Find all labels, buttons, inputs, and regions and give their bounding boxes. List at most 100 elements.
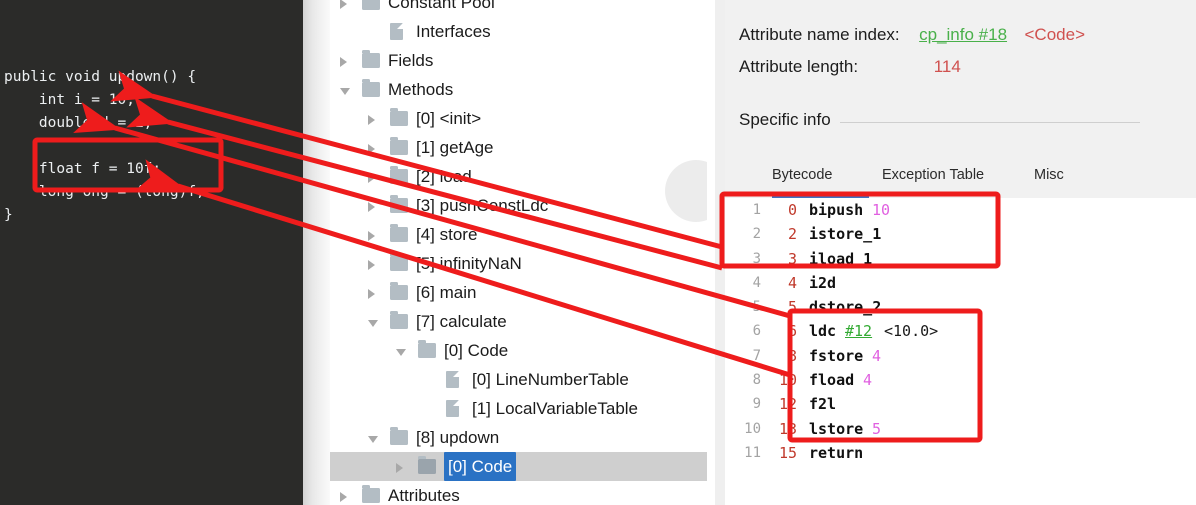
- tree-row[interactable]: [0] Code: [330, 336, 707, 365]
- tree-row[interactable]: Constant Pool: [330, 0, 707, 17]
- bytecode-listing[interactable]: 1 0 bipush 10 2 2 istore_1 3 3 iload_1 4 4 i2d 5 5 dsto…: [725, 198, 1196, 505]
- folder-icon: [390, 137, 408, 155]
- bytecode-row[interactable]: 9 12 f2l: [725, 392, 1196, 416]
- tree-row-label: [2] load: [416, 167, 472, 186]
- tree-row[interactable]: Fields: [330, 46, 707, 75]
- tree-row[interactable]: [0] Code: [330, 452, 707, 481]
- bytecode-offset: 2: [787, 225, 797, 244]
- tree-row[interactable]: Methods: [330, 75, 707, 104]
- bytecode-row[interactable]: 10 13 lstore 5: [725, 417, 1196, 441]
- bytecode-row[interactable]: 1 0 bipush 10: [725, 198, 1196, 222]
- source-line: public void updown() {: [4, 69, 197, 85]
- bytecode-row[interactable]: 11 15 return: [725, 441, 1196, 465]
- bytecode-line-number: 4: [752, 274, 761, 291]
- tree-row[interactable]: [3] pushConstLdc: [330, 191, 707, 220]
- tab-misc[interactable]: Misc: [1034, 167, 1064, 183]
- bytecode-offset: 10: [778, 371, 797, 390]
- bytecode-line-number: 11: [744, 444, 761, 461]
- chevron-right-icon[interactable]: [368, 104, 382, 133]
- tree-row[interactable]: Attributes: [330, 481, 707, 505]
- chevron-right-icon[interactable]: [340, 46, 354, 75]
- bytecode-row[interactable]: 6 6 ldc #12 <10.0>: [725, 319, 1196, 343]
- bytecode-mnemonic: istore_1: [809, 225, 882, 244]
- tree-row-label: Interfaces: [416, 22, 491, 41]
- source-code-panel: public void updown() { int i = 10; doubl…: [0, 0, 303, 505]
- source-line: [4, 135, 205, 158]
- chevron-down-icon[interactable]: [368, 307, 382, 336]
- bytecode-line-number: 1: [752, 202, 761, 218]
- tree-row[interactable]: [4] store: [330, 220, 707, 249]
- bytecode-line-number: 3: [752, 250, 761, 267]
- tree-row[interactable]: [5] infinityNaN: [330, 249, 707, 278]
- tree-row-label: [0] <init>: [416, 109, 482, 128]
- chevron-right-icon[interactable]: [340, 0, 354, 17]
- class-structure-tree[interactable]: Constant Pool Interfaces Fields Methods [0] …: [330, 0, 707, 505]
- bytecode-offset: 15: [778, 443, 797, 462]
- tab-bytecode[interactable]: Bytecode: [772, 167, 832, 183]
- attribute-length-label: Attribute length:: [739, 57, 859, 76]
- tree-row-label: [0] Code: [444, 452, 517, 481]
- attribute-name-index-value: <Code>: [1024, 25, 1086, 44]
- bytecode-mnemonic: lstore: [809, 419, 864, 438]
- tree-row[interactable]: [8] updown: [330, 423, 707, 452]
- tree-row[interactable]: [2] load: [330, 162, 707, 191]
- bytecode-constant-pool-ref[interactable]: #12: [845, 319, 872, 343]
- cp-info-link[interactable]: cp_info #18: [919, 25, 1007, 44]
- bytecode-mnemonic: iload_1: [809, 249, 873, 268]
- tree-row-label: [3] pushConstLdc: [416, 196, 549, 215]
- bytecode-row[interactable]: 8 10 fload 4: [725, 368, 1196, 392]
- folder-icon: [390, 253, 408, 271]
- bytecode-offset: 3: [787, 249, 797, 268]
- tree-row[interactable]: [7] calculate: [330, 307, 707, 336]
- chevron-right-icon[interactable]: [340, 481, 354, 505]
- chevron-down-icon[interactable]: [340, 75, 354, 104]
- tree-row[interactable]: [1] LocalVariableTable: [330, 394, 707, 423]
- bytecode-offset: 6: [787, 322, 797, 341]
- folder-icon: [362, 485, 380, 503]
- bytecode-row[interactable]: 5 5 dstore_2: [725, 295, 1196, 319]
- bytecode-row[interactable]: 2 2 istore_1: [725, 222, 1196, 246]
- chevron-right-icon[interactable]: [368, 249, 382, 278]
- tab-exception-table[interactable]: Exception Table: [882, 167, 984, 183]
- tree-row-label: [4] store: [416, 225, 478, 244]
- bytecode-mnemonic: fstore: [809, 346, 864, 365]
- tree-row-label: [7] calculate: [416, 312, 507, 331]
- folder-icon: [418, 340, 436, 358]
- specific-info-rule: [840, 122, 1140, 123]
- folder-icon: [390, 311, 408, 329]
- folder-icon: [390, 224, 408, 242]
- bytecode-mnemonic: dstore_2: [809, 298, 882, 317]
- bytecode-row[interactable]: 3 3 iload_1: [725, 247, 1196, 271]
- chevron-down-icon[interactable]: [396, 336, 410, 365]
- folder-icon: [390, 282, 408, 300]
- panel-divider-left: [303, 0, 330, 505]
- tree-row-label: [0] Code: [444, 341, 509, 360]
- bytecode-line-number: 8: [752, 372, 761, 389]
- tree-row-label: Methods: [388, 80, 454, 99]
- tree-row[interactable]: [1] getAge: [330, 133, 707, 162]
- chevron-right-icon[interactable]: [368, 162, 382, 191]
- source-line: long ong = (long)f;: [4, 184, 205, 200]
- tree-row[interactable]: [0] <init>: [330, 104, 707, 133]
- chevron-right-icon[interactable]: [368, 220, 382, 249]
- chevron-right-icon[interactable]: [368, 133, 382, 162]
- bytecode-argument: 4: [872, 346, 882, 365]
- source-code-text: public void updown() { int i = 10; doubl…: [4, 66, 205, 227]
- tree-row[interactable]: [6] main: [330, 278, 707, 307]
- bytecode-mnemonic: fload: [809, 371, 855, 390]
- folder-icon: [390, 195, 408, 213]
- tree-row-label: [8] updown: [416, 428, 500, 447]
- attribute-length-row: Attribute length: 114: [739, 57, 961, 77]
- bytecode-offset: 5: [787, 298, 797, 317]
- bytecode-line-number: 2: [752, 226, 761, 243]
- bytecode-row[interactable]: 7 8 fstore 4: [725, 344, 1196, 368]
- chevron-right-icon[interactable]: [368, 278, 382, 307]
- bytecode-comment: <10.0>: [884, 322, 939, 341]
- chevron-down-icon[interactable]: [368, 423, 382, 452]
- chevron-right-icon[interactable]: [368, 191, 382, 220]
- bytecode-row[interactable]: 4 4 i2d: [725, 271, 1196, 295]
- tree-row[interactable]: Interfaces: [330, 17, 707, 46]
- tree-row-label: Attributes: [388, 486, 460, 505]
- chevron-right-icon[interactable]: [396, 452, 410, 481]
- tree-row[interactable]: [0] LineNumberTable: [330, 365, 707, 394]
